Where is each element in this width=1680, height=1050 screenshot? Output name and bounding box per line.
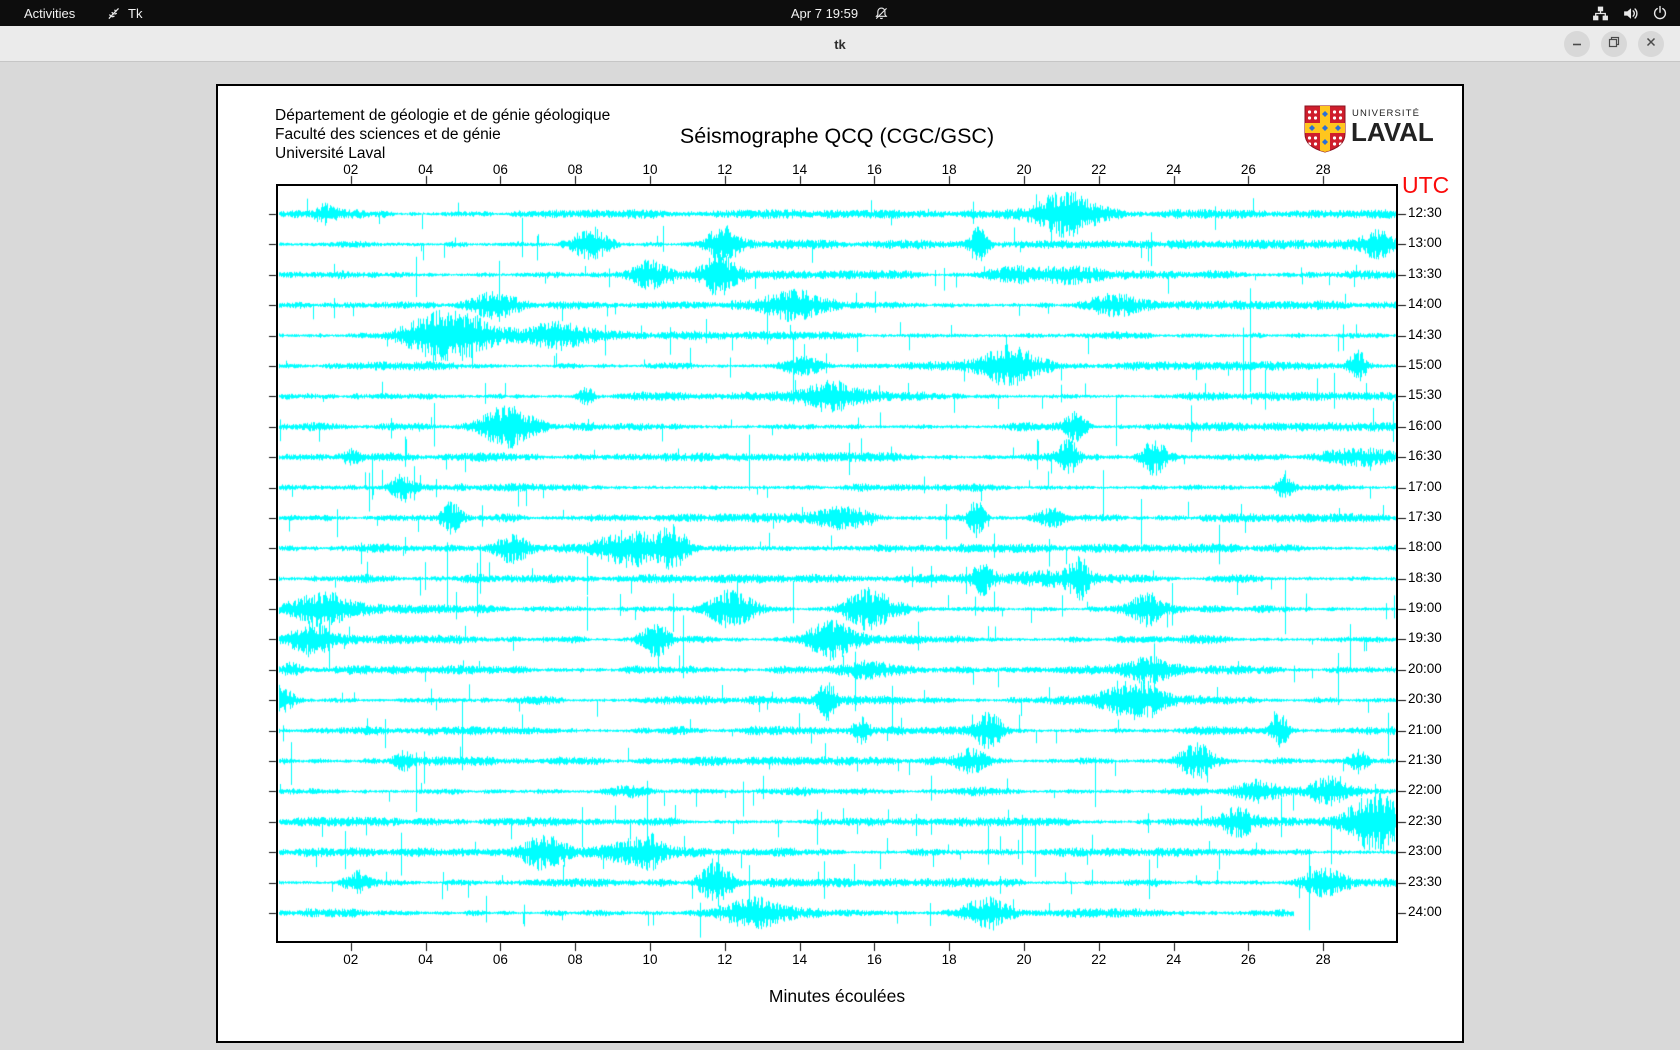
x-tick-label-bottom: 14 [792,952,808,967]
x-tick-label-top: 16 [866,162,882,177]
plot-frame [276,184,1398,943]
utc-time-label: 12:30 [1408,205,1442,220]
utc-time-label: 16:00 [1408,417,1442,433]
x-tick-label-bottom: 10 [642,952,658,967]
activities-button[interactable]: Activities [18,0,81,26]
x-tick-label-top: 24 [1166,162,1182,177]
notifications-off-icon [874,6,889,21]
laval-shield-icon [1303,104,1347,159]
universite-laval-logo: UNIVERSITÉ LAVAL [1303,104,1434,154]
x-tick-label-bottom: 28 [1315,952,1331,967]
x-tick-label-bottom: 26 [1240,952,1256,967]
x-tick-label-bottom: 08 [567,952,583,967]
utc-time-label: 20:30 [1408,691,1442,707]
x-tick-label-top: 10 [642,162,658,177]
utc-time-label: 23:00 [1408,843,1442,859]
x-tick-label-top: 22 [1091,162,1107,177]
x-tick-label-bottom: 12 [717,952,733,967]
institution-line-2: Faculté des sciences et de génie [275,126,501,143]
x-tick-label-bottom: 22 [1091,952,1107,967]
x-tick-label-top: 28 [1315,162,1331,177]
x-tick-label-bottom: 16 [866,952,882,967]
x-tick-label-top: 02 [343,162,359,177]
x-tick-label-top: 14 [792,162,808,177]
x-tick-label-bottom: 24 [1166,952,1182,967]
utc-time-label: 13:00 [1408,235,1442,251]
power-icon [1652,5,1668,21]
utc-time-label: 16:30 [1408,448,1442,464]
seismograph-canvas: Département de géologie et de génie géol… [216,84,1464,1043]
utc-time-label: 14:00 [1408,296,1442,312]
clock-menu[interactable]: Apr 7 19:59 [791,0,889,26]
tk-icon [106,6,121,21]
volume-icon [1622,5,1639,22]
x-tick-label-bottom: 04 [418,952,434,967]
x-tick-label-bottom: 06 [492,952,508,967]
x-axis-title: Minutes écoulées [768,986,906,1006]
close-button[interactable] [1638,31,1664,57]
x-tick-label-top: 18 [941,162,957,177]
utc-time-label: 18:00 [1408,539,1442,555]
utc-label: UTC [1402,172,1450,198]
gnome-top-bar: Activities Tk Apr 7 19:59 [0,0,1680,26]
utc-time-label: 23:30 [1408,873,1442,889]
window-controls [1564,31,1664,57]
utc-time-label: 21:00 [1408,721,1442,737]
x-tick-label-top: 06 [492,162,508,177]
close-icon [1645,35,1657,53]
x-tick-label-top: 20 [1016,162,1032,177]
logo-text-laval: LAVAL [1351,117,1434,147]
utc-time-label: 19:30 [1408,630,1442,646]
window-title: tk [834,36,846,52]
institution-line-1: Département de géologie et de génie géol… [275,107,611,124]
utc-time-label: 15:30 [1408,387,1442,403]
x-tick-label-top: 08 [567,162,583,177]
utc-time-label: 22:30 [1408,812,1442,828]
institution-block: Département de géologie et de génie géol… [275,106,610,163]
utc-time-label: 20:00 [1408,660,1442,676]
utc-time-label: 14:30 [1408,326,1442,342]
window-content: Département de géologie et de génie géol… [0,62,1680,1050]
utc-time-label: 19:00 [1408,600,1442,616]
utc-time-label: 17:30 [1408,508,1442,524]
system-status-area[interactable] [1592,0,1668,26]
restore-icon [1608,35,1620,53]
plot-title: Séismographe QCQ (CGC/GSC) [679,124,995,148]
x-tick-label-top: 26 [1240,162,1256,177]
maximize-button[interactable] [1601,31,1627,57]
focused-app-label: Tk [128,5,143,21]
focused-app-indicator[interactable]: Tk [106,0,142,26]
utc-time-label: 22:00 [1408,782,1442,798]
institution-line-3: Université Laval [275,145,386,162]
x-tick-label-bottom: 02 [343,952,359,967]
utc-time-label: 15:00 [1408,356,1442,372]
network-wired-icon [1592,5,1609,22]
window-titlebar: tk [0,26,1680,62]
x-tick-label-bottom: 20 [1016,952,1032,967]
minimize-button[interactable] [1564,31,1590,57]
minimize-icon [1571,35,1583,53]
utc-time-label: 13:30 [1408,265,1442,281]
clock-label: Apr 7 19:59 [790,5,859,21]
x-tick-label-bottom: 18 [941,952,957,967]
utc-time-label: 17:00 [1408,478,1442,494]
activities-label: Activities [24,5,76,21]
x-tick-label-top: 04 [418,162,434,177]
utc-time-label: 21:30 [1408,752,1442,768]
utc-time-label: 24:00 [1408,903,1442,919]
x-tick-label-top: 12 [717,162,733,177]
utc-time-label: 18:30 [1408,569,1442,585]
